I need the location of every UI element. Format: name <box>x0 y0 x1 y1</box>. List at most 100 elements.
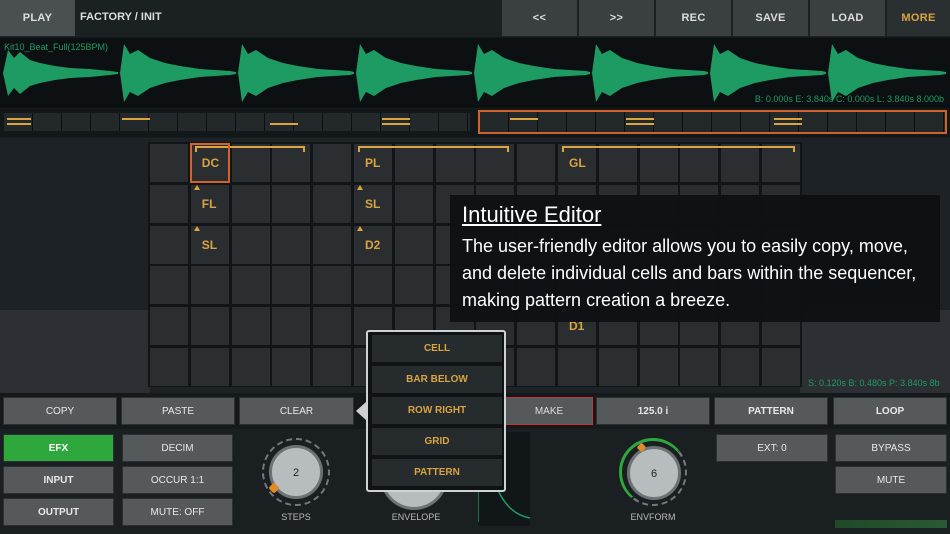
decim-button[interactable]: DECIM <box>122 434 233 462</box>
link-arrow-icon <box>193 225 200 231</box>
grid-cell[interactable] <box>393 265 434 306</box>
grid-cell[interactable] <box>149 265 189 306</box>
paste-button[interactable]: PASTE <box>121 397 235 425</box>
loop-button[interactable]: LOOP <box>833 397 947 425</box>
grid-cell[interactable] <box>353 265 393 306</box>
play-button[interactable]: PLAY <box>0 0 75 36</box>
grid-cell[interactable] <box>516 347 557 387</box>
waveform-panel[interactable]: Kit10_Beat_Full(125BPM) B: 0.000s E: 3.8… <box>0 38 950 108</box>
bar-strip[interactable] <box>0 109 950 137</box>
grid-cell[interactable] <box>312 183 353 224</box>
link-arrow-icon <box>357 225 363 231</box>
grid-cell[interactable] <box>271 265 312 306</box>
preset-name[interactable]: FACTORY / INIT <box>80 11 162 23</box>
waveform-info: B: 0.000s E: 3.840s C: 0.000s L: 3.840s … <box>754 94 944 104</box>
grid-cell[interactable] <box>189 306 230 347</box>
link-arrow-icon <box>193 184 200 190</box>
grid-cell[interactable] <box>761 347 801 387</box>
steps-knob-label: STEPS <box>281 512 311 522</box>
grid-cell-label[interactable]: PL <box>365 156 380 170</box>
menu-item-grid[interactable]: GRID <box>372 428 502 456</box>
envform-knob[interactable]: 6 <box>619 438 687 506</box>
callout-box: Intuitive Editor The user-friendly edito… <box>450 195 940 322</box>
grid-cell[interactable] <box>516 143 557 183</box>
grid-cell[interactable] <box>149 306 189 347</box>
mute-button[interactable]: MUTE <box>835 466 947 494</box>
grid-cell-label[interactable]: D2 <box>365 238 380 252</box>
grid-cell[interactable] <box>638 347 679 387</box>
envform-knob-label: ENVFORM <box>630 512 676 522</box>
copy-button[interactable]: COPY <box>3 397 117 425</box>
grid-cell[interactable] <box>557 347 597 387</box>
grid-cell[interactable] <box>312 224 353 265</box>
envelope-knob-label: ENVELOPE <box>391 512 441 522</box>
app-root: PLAY FACTORY / INIT << >> REC SAVE LOAD … <box>0 0 950 534</box>
callout-title: Intuitive Editor <box>462 202 602 227</box>
input-button[interactable]: INPUT <box>3 466 114 494</box>
grid-cell[interactable] <box>393 224 434 265</box>
grid-cell[interactable] <box>312 143 353 183</box>
bar-bracket <box>358 146 510 152</box>
edit-target-menu: CELL BAR BELOW ROW RIGHT GRID PATTERN <box>366 330 506 492</box>
grid-cell[interactable] <box>312 306 353 347</box>
grid-cell[interactable] <box>312 347 353 387</box>
mute-toggle[interactable]: MUTE: OFF <box>122 498 233 526</box>
grid-cell[interactable] <box>149 183 189 224</box>
grid-cell[interactable] <box>189 347 230 387</box>
bar-strip-selection[interactable] <box>478 110 947 134</box>
waveform-title: Kit10_Beat_Full(125BPM) <box>4 42 109 52</box>
link-arrow-icon <box>357 184 363 190</box>
bar-strip-left[interactable] <box>4 113 470 131</box>
grid-cell[interactable] <box>149 224 189 265</box>
menu-item-pattern[interactable]: PATTERN <box>372 459 502 487</box>
bypass-button[interactable]: BYPASS <box>835 434 947 462</box>
grid-info: S: 0.120s B: 0.480s P: 3.840s 8b <box>808 378 940 388</box>
selected-cell-outline <box>189 143 230 183</box>
grid-cell[interactable] <box>271 347 312 387</box>
grid-cell[interactable] <box>597 347 638 387</box>
grid-cell[interactable] <box>230 265 271 306</box>
grid-cell-label[interactable]: FL <box>202 197 217 211</box>
steps-knob-value: 2 <box>292 467 300 479</box>
grid-cell[interactable] <box>679 347 720 387</box>
menu-item-cell[interactable]: CELL <box>372 335 502 363</box>
occur-button[interactable]: OCCUR 1:1 <box>122 466 233 494</box>
menu-item-row-right[interactable]: ROW RIGHT <box>372 397 502 425</box>
grid-cell[interactable] <box>149 347 189 387</box>
envform-knob-value: 6 <box>650 468 658 480</box>
grid-cell-label[interactable]: GL <box>569 156 586 170</box>
rec-button[interactable]: REC <box>656 0 731 36</box>
steps-knob[interactable]: 2 <box>262 438 330 506</box>
grid-cell[interactable] <box>271 183 312 224</box>
clear-button[interactable]: CLEAR <box>239 397 354 425</box>
make-button[interactable]: MAKE <box>505 397 593 425</box>
efx-button[interactable]: EFX <box>3 434 114 462</box>
ext-button[interactable]: EXT: 0 <box>716 434 828 462</box>
grid-cell[interactable] <box>271 224 312 265</box>
menu-item-bar-below[interactable]: BAR BELOW <box>372 366 502 394</box>
save-button[interactable]: SAVE <box>733 0 808 36</box>
pattern-button[interactable]: PATTERN <box>714 397 828 425</box>
grid-cell[interactable] <box>230 347 271 387</box>
grid-cell[interactable] <box>189 265 230 306</box>
grid-cell[interactable] <box>230 224 271 265</box>
grid-cell[interactable] <box>149 143 189 183</box>
load-button[interactable]: LOAD <box>810 0 885 36</box>
next-button[interactable]: >> <box>579 0 654 36</box>
prev-button[interactable]: << <box>502 0 577 36</box>
grid-cell[interactable] <box>393 183 434 224</box>
more-button[interactable]: MORE <box>887 0 950 36</box>
output-button[interactable]: OUTPUT <box>3 498 114 526</box>
grid-cell[interactable] <box>230 306 271 347</box>
tempo-button[interactable]: 125.0 i <box>596 397 710 425</box>
sequencer-bg-left <box>0 310 150 393</box>
callout-body: The user-friendly editor allows you to e… <box>462 236 917 310</box>
grid-cell[interactable] <box>230 183 271 224</box>
grid-cell-label[interactable]: SL <box>202 238 217 252</box>
grid-cell-label[interactable]: SL <box>365 197 380 211</box>
level-meter <box>835 520 947 528</box>
grid-cell[interactable] <box>271 306 312 347</box>
grid-cell[interactable] <box>312 265 353 306</box>
bar-bracket <box>562 146 795 152</box>
grid-cell[interactable] <box>720 347 761 387</box>
